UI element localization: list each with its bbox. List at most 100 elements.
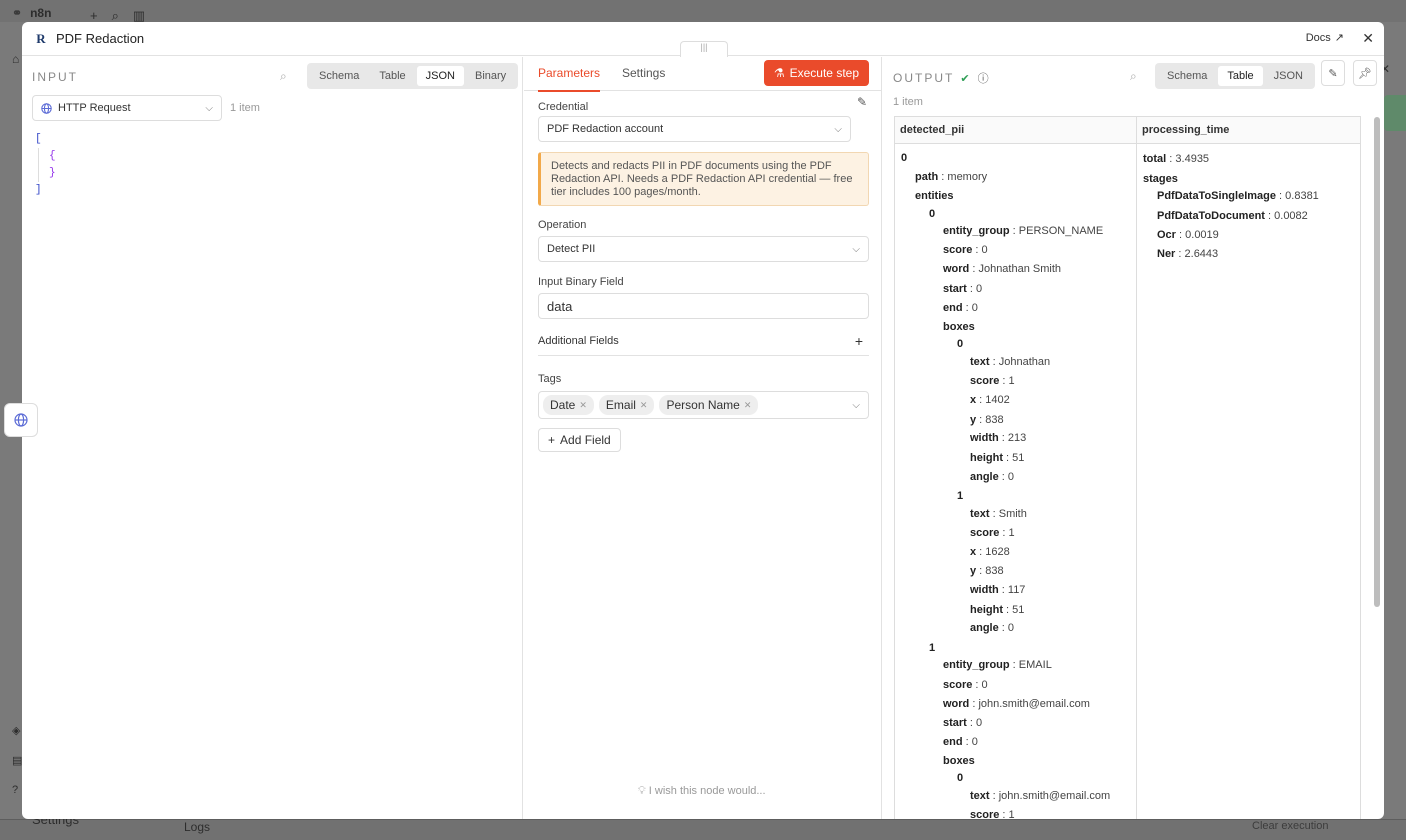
kv-row: text : john.smith@email.com bbox=[970, 790, 1111, 802]
tag-label: Date bbox=[550, 398, 576, 412]
index-label: 0 bbox=[901, 152, 908, 164]
tag-chip: Date ✕ bbox=[543, 395, 594, 415]
input-search-icon[interactable]: ⌕ bbox=[280, 69, 287, 84]
kv-row: y : 838 bbox=[970, 565, 1004, 577]
value: 0 bbox=[1007, 622, 1015, 634]
additional-fields: Additional Fields + bbox=[538, 333, 869, 356]
value: Johnathan bbox=[998, 356, 1051, 368]
binary-field-input[interactable]: data bbox=[538, 293, 869, 319]
binary-field-value: data bbox=[547, 298, 573, 314]
key: entities bbox=[915, 190, 954, 202]
index-label: 0 bbox=[957, 772, 964, 784]
credential-select[interactable]: PDF Redaction account ⌵ bbox=[538, 116, 851, 142]
modal-title: PDF Redaction bbox=[56, 31, 145, 46]
kv-row: height : 51 bbox=[970, 452, 1025, 464]
remove-tag-icon[interactable]: ✕ bbox=[579, 400, 587, 411]
add-field-button[interactable]: + Add Field bbox=[538, 428, 621, 452]
home-icon[interactable]: ⌂ bbox=[12, 52, 19, 66]
kv-row: entities bbox=[915, 190, 954, 202]
tab-parameters[interactable]: Parameters bbox=[538, 66, 601, 92]
logs-tab[interactable]: Logs bbox=[184, 820, 210, 834]
pin-output-button[interactable]: 📌︎ bbox=[1353, 60, 1377, 86]
close-icon[interactable]: ✕ bbox=[1362, 30, 1374, 47]
feedback-link[interactable]: 💡︎ I wish this node would... bbox=[638, 785, 766, 798]
tag-chip: Person Name ✕ bbox=[659, 395, 759, 415]
output-search-icon[interactable]: ⌕ bbox=[1130, 69, 1137, 84]
kv-row: y : 838 bbox=[970, 414, 1004, 426]
input-tab-schema[interactable]: Schema bbox=[310, 66, 368, 86]
help-icon[interactable]: ? bbox=[12, 784, 18, 796]
key: Ner bbox=[1157, 248, 1176, 260]
background-panel-button bbox=[1384, 95, 1406, 131]
kv-row: Ocr : 0.0019 bbox=[1157, 229, 1219, 241]
value: 117 bbox=[1007, 584, 1026, 596]
background-topbar bbox=[0, 0, 1406, 22]
tags-select[interactable]: Date ✕ Email ✕ Person Name ✕ ⌵ bbox=[538, 391, 869, 419]
remove-tag-icon[interactable]: ✕ bbox=[640, 400, 648, 411]
output-scrollbar[interactable] bbox=[1374, 117, 1380, 607]
kv-row: height : 51 bbox=[970, 604, 1025, 616]
edit-credential-icon[interactable]: ✎ bbox=[857, 95, 867, 109]
input-node-select[interactable]: HTTP Request ⌵ bbox=[32, 95, 222, 121]
output-tab-schema[interactable]: Schema bbox=[1158, 66, 1216, 86]
input-label: INPUT bbox=[32, 70, 78, 84]
kv-row: text : Smith bbox=[970, 508, 1027, 520]
drag-handle[interactable]: ||| bbox=[680, 41, 728, 57]
credential-value: PDF Redaction account bbox=[547, 123, 664, 135]
feedback-label: I wish this node would... bbox=[648, 785, 766, 797]
value: 0 bbox=[981, 244, 988, 256]
add-icon[interactable]: + bbox=[855, 333, 863, 349]
globe-icon bbox=[14, 413, 28, 427]
operation-select[interactable]: Detect PII ⌵ bbox=[538, 236, 869, 262]
node-logo-icon: R bbox=[36, 30, 46, 46]
input-panel: INPUT ⌕ Schema Table JSON Binary HTTP Re… bbox=[22, 57, 523, 819]
additional-fields-label: Additional Fields bbox=[538, 335, 619, 347]
docs-link[interactable]: Docs ↗ bbox=[1306, 31, 1344, 45]
tab-settings[interactable]: Settings bbox=[622, 66, 665, 80]
edit-output-button[interactable]: ✎ bbox=[1321, 60, 1345, 86]
value: 1 bbox=[1008, 527, 1015, 539]
item-index: 1 bbox=[957, 490, 963, 502]
execute-step-button[interactable]: ⚗ Execute step bbox=[763, 60, 869, 86]
value: 2.6443 bbox=[1184, 248, 1219, 260]
value: 51 bbox=[1012, 452, 1025, 464]
kv-row: start : 0 bbox=[943, 717, 983, 729]
floating-globe-button[interactable] bbox=[4, 403, 38, 437]
kv-row: boxes bbox=[943, 755, 975, 767]
chevron-down-icon: ⌵ bbox=[205, 102, 213, 114]
kv-row: entity_group : EMAIL bbox=[943, 659, 1052, 671]
input-tab-table[interactable]: Table bbox=[370, 66, 414, 86]
kv-row: start : 0 bbox=[943, 283, 983, 295]
remove-tag-icon[interactable]: ✕ bbox=[744, 400, 752, 411]
item-index: 1 bbox=[929, 642, 935, 654]
value: memory bbox=[947, 171, 988, 183]
value: 213 bbox=[1007, 432, 1027, 444]
item-index: 0 bbox=[901, 152, 907, 164]
value: 0 bbox=[971, 736, 978, 748]
kv-row: end : 0 bbox=[943, 302, 978, 314]
output-tab-table[interactable]: Table bbox=[1218, 66, 1263, 86]
value: Smith bbox=[998, 508, 1027, 520]
value: 1 bbox=[1008, 809, 1015, 819]
chevron-down-icon: ⌵ bbox=[852, 399, 860, 411]
clear-execution-button[interactable]: Clear execution bbox=[1252, 820, 1328, 832]
params-tabs: Parameters Settings ⚗ Execute step bbox=[524, 57, 881, 92]
insights-icon[interactable]: ▤ bbox=[12, 754, 22, 767]
kv-row: score : 1 bbox=[970, 375, 1015, 387]
output-tab-json[interactable]: JSON bbox=[1265, 66, 1312, 86]
info-icon[interactable]: ⓘ bbox=[978, 70, 991, 86]
parameters-panel: ||| Parameters Settings ⚗ Execute step Cr… bbox=[524, 41, 882, 819]
json-open-brace: { bbox=[49, 150, 56, 162]
item-index: 0 bbox=[929, 208, 935, 220]
kv-row: score : 0 bbox=[943, 244, 988, 256]
chevron-down-icon: ⌵ bbox=[834, 123, 842, 135]
input-tab-binary[interactable]: Binary bbox=[466, 66, 515, 86]
value: 1402 bbox=[985, 394, 1010, 406]
input-node-name: HTTP Request bbox=[58, 102, 131, 114]
kv-row: x : 1402 bbox=[970, 394, 1010, 406]
tags-label: Tags bbox=[538, 373, 562, 385]
templates-icon[interactable]: ◈ bbox=[12, 724, 20, 737]
kv-row: Ner : 2.6443 bbox=[1157, 248, 1219, 260]
kv-row: stages bbox=[1143, 173, 1178, 185]
input-tab-json[interactable]: JSON bbox=[416, 66, 464, 86]
